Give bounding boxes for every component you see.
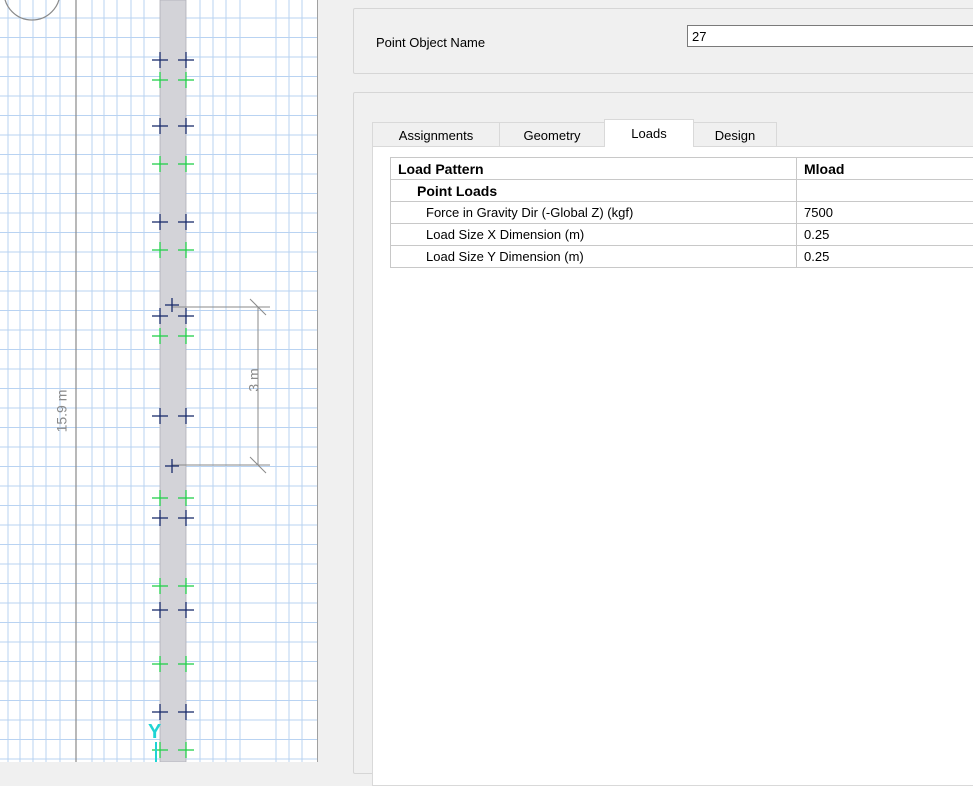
loads-tab-page: Load Pattern Mload Point Loads Force in … [372, 146, 973, 786]
dimension-label-15-9: 15.9 m [53, 390, 69, 433]
force-gravity-value[interactable]: 7500 [797, 202, 973, 224]
load-size-x-value[interactable]: 0.25 [797, 224, 973, 246]
load-pattern-value[interactable]: Mload [797, 158, 973, 180]
model-canvas[interactable]: Y [0, 0, 317, 762]
tab-geometry[interactable]: Geometry [499, 122, 605, 147]
object-name-group: Point Object Name [353, 8, 973, 74]
axis-y-label: Y [148, 721, 162, 743]
load-size-y-label: Load Size Y Dimension (m) [391, 246, 797, 268]
grid-section-row[interactable]: Point Loads [391, 180, 973, 202]
column-strip [160, 0, 186, 762]
grid-bubble [4, 0, 60, 20]
point-object-name-field[interactable] [687, 25, 973, 47]
tab-assignments[interactable]: Assignments [372, 122, 500, 147]
tab-strip: Assignments Geometry Loads Design [372, 119, 776, 147]
load-pattern-label: Load Pattern [391, 158, 797, 180]
load-size-y-value[interactable]: 0.25 [797, 246, 973, 268]
grid-lines [0, 0, 317, 762]
dimension-label-3: 3 m [246, 368, 262, 391]
table-row[interactable]: Force in Gravity Dir (-Global Z) (kgf) 7… [391, 202, 973, 224]
point-information-panel: Point Object Name Assignments Geometry L… [318, 0, 973, 762]
point-object-name-label: Point Object Name [376, 35, 485, 50]
point-loads-value [797, 180, 973, 202]
point-loads-label: Point Loads [391, 180, 797, 202]
model-view[interactable]: Y 15.9 m 3 m [0, 0, 318, 762]
loads-property-grid: Load Pattern Mload Point Loads Force in … [390, 157, 973, 268]
grid-header-row[interactable]: Load Pattern Mload [391, 158, 973, 180]
table-row[interactable]: Load Size X Dimension (m) 0.25 [391, 224, 973, 246]
tab-group: Assignments Geometry Loads Design Load P… [353, 92, 973, 774]
tab-loads[interactable]: Loads [604, 119, 694, 147]
force-gravity-label: Force in Gravity Dir (-Global Z) (kgf) [391, 202, 797, 224]
tab-design[interactable]: Design [693, 122, 777, 147]
table-row[interactable]: Load Size Y Dimension (m) 0.25 [391, 246, 973, 268]
load-size-x-label: Load Size X Dimension (m) [391, 224, 797, 246]
